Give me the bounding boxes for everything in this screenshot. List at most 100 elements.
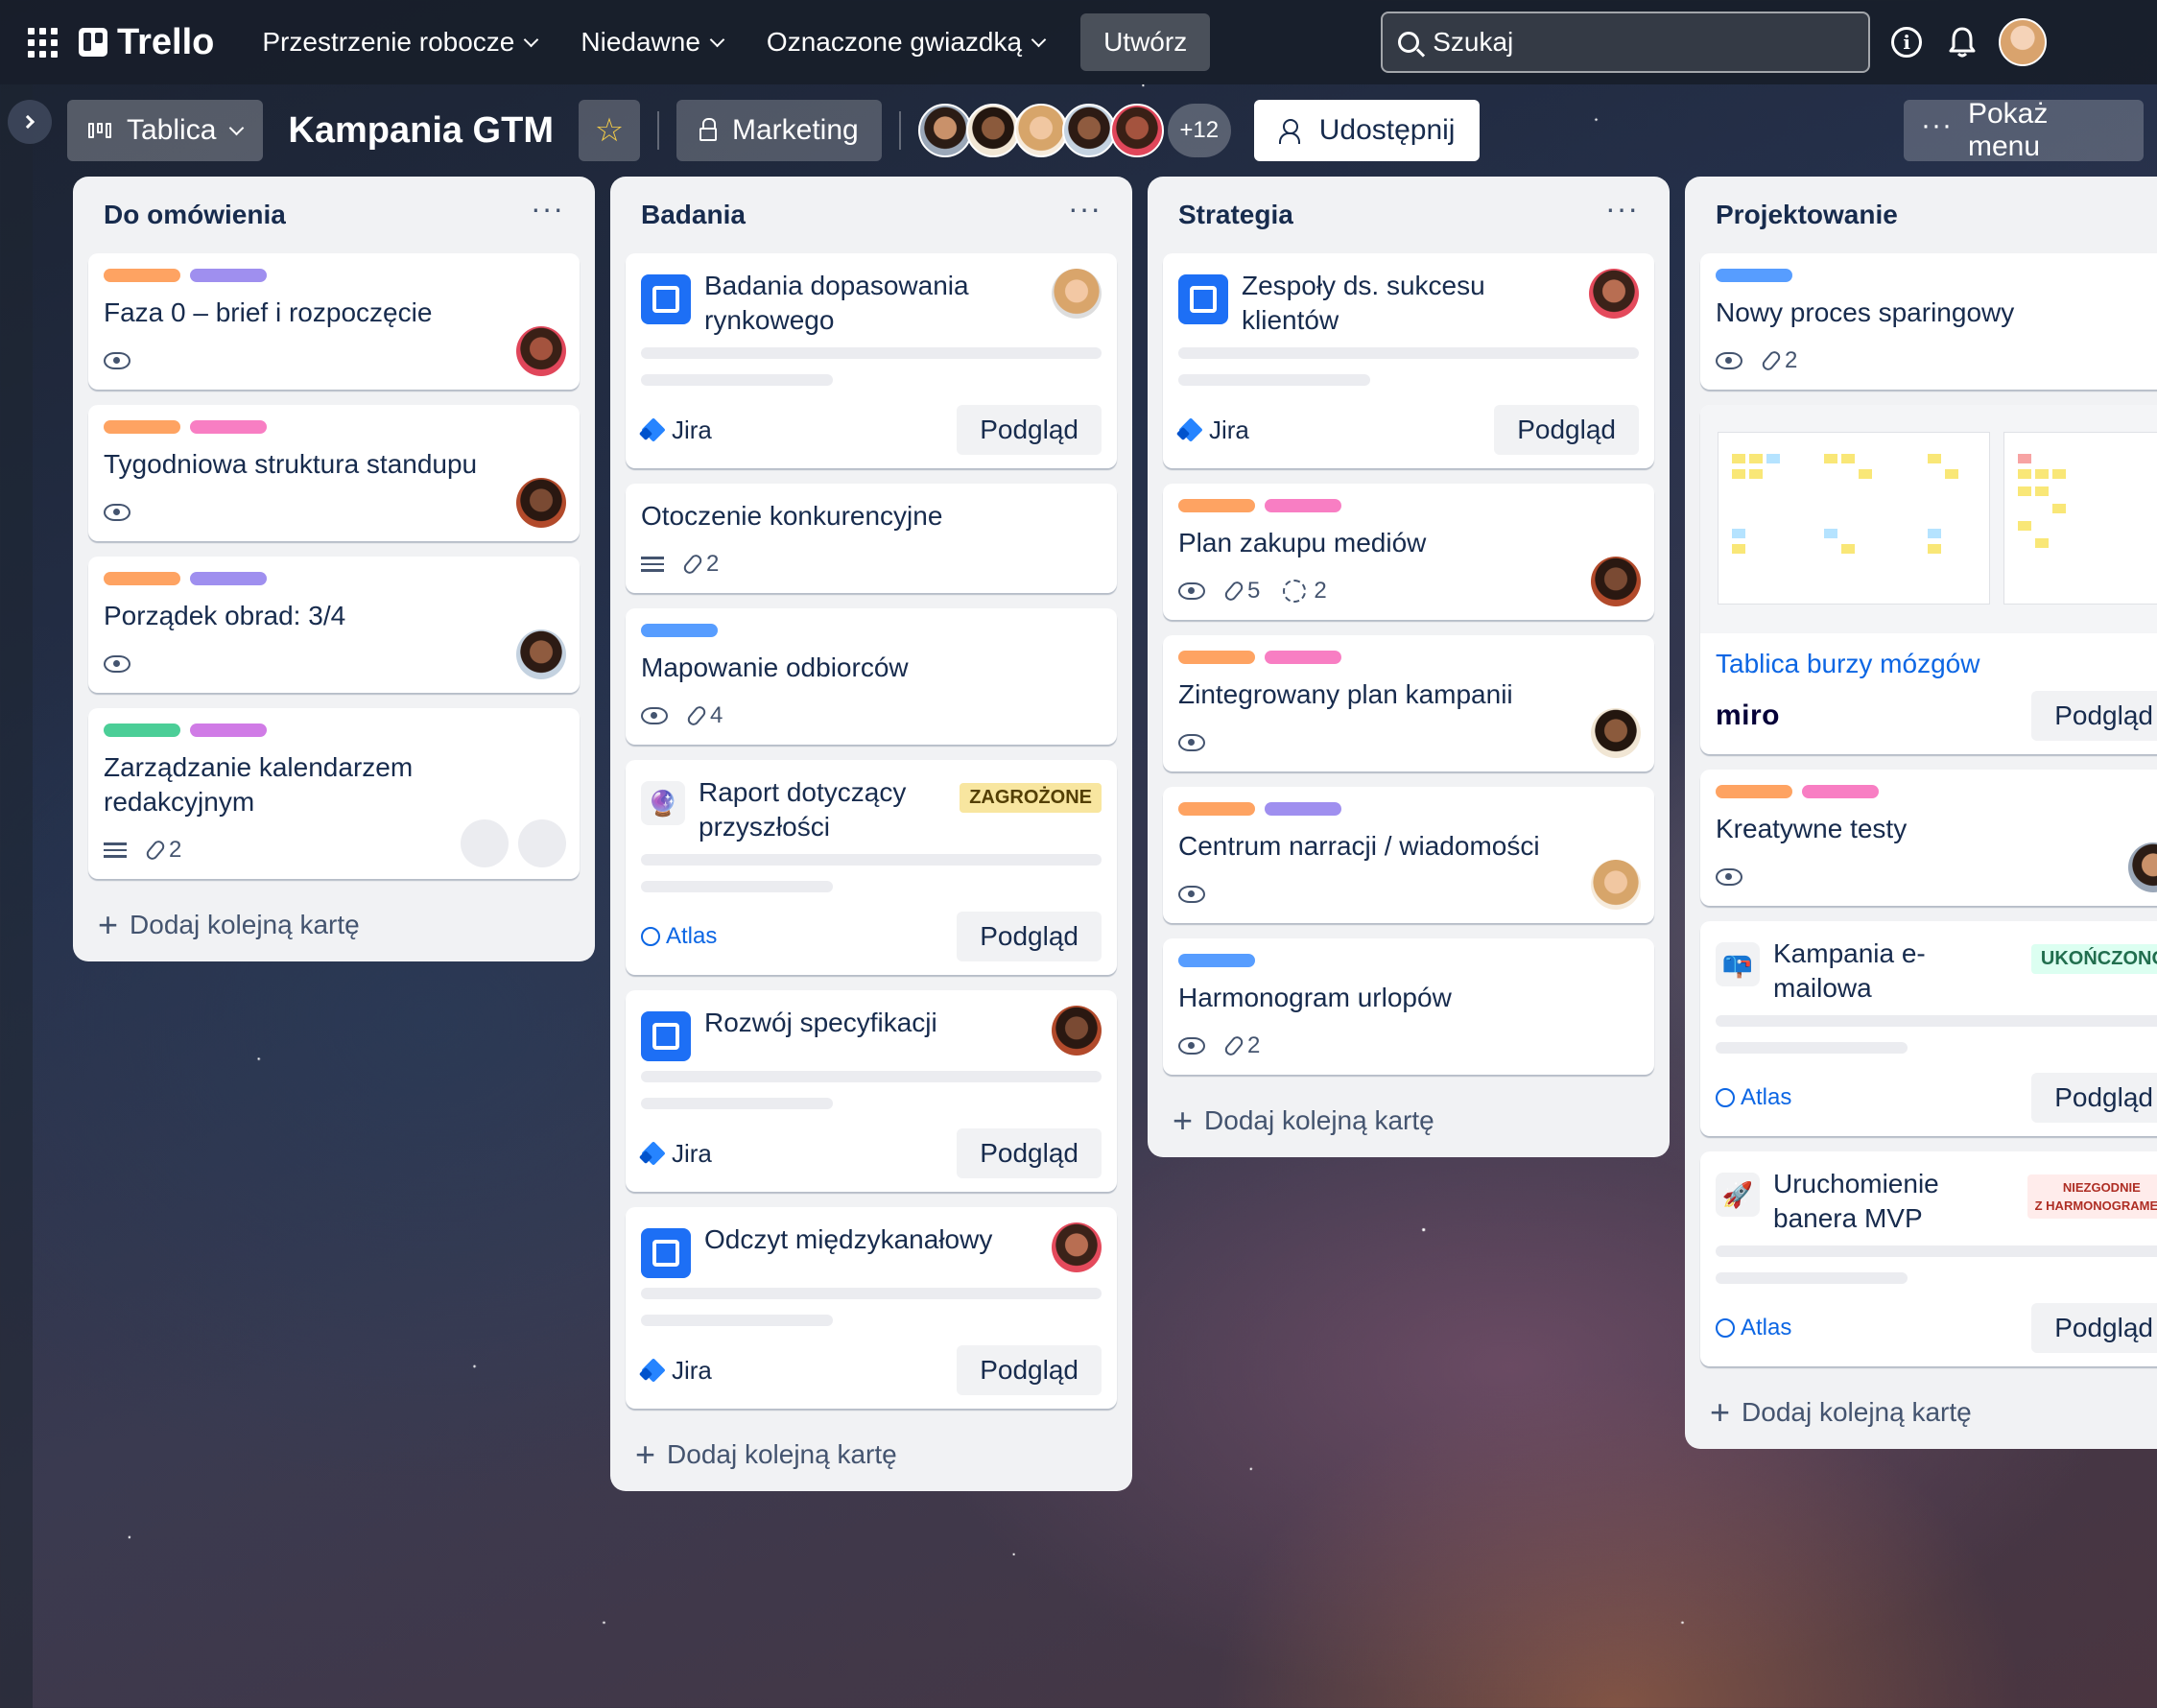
workspace-visibility-button[interactable]: Marketing [676,100,882,161]
card[interactable]: Zintegrowany plan kampanii [1163,635,1654,771]
label-blue[interactable] [641,624,718,637]
jira-link-card[interactable]: Zespoły ds. sukcesu klientów Jira Podglą… [1163,253,1654,468]
nav-starred[interactable]: Oznaczone gwiazdką [753,19,1057,65]
label-green[interactable] [104,724,180,737]
search-box[interactable] [1381,12,1871,73]
card-member-avatar[interactable] [1052,1006,1102,1056]
jira-link-card[interactable]: Rozwój specyfikacji Jira Podgląd [626,990,1117,1192]
card[interactable]: Nowy proces sparingowy 2 [1700,253,2157,390]
app-switcher-icon[interactable] [23,23,61,61]
label-purple[interactable] [190,572,267,585]
nav-recent[interactable]: Niedawne [567,19,736,65]
label-pink[interactable] [190,420,267,434]
preview-button[interactable]: Podgląd [2031,1073,2157,1123]
preview-button[interactable]: Podgląd [1494,405,1639,455]
jira-link-card[interactable]: Badania dopasowania rynkowego Jira Podgl… [626,253,1117,468]
create-button[interactable]: Utwórz [1080,13,1211,71]
expand-sidebar-button[interactable] [8,100,52,144]
jira-link-card[interactable]: Odczyt międzykanałowy Jira Podgląd [626,1207,1117,1409]
member-avatar[interactable] [965,104,1020,157]
card-member-avatar[interactable] [1052,1222,1102,1272]
label-blue[interactable] [1716,269,1792,282]
info-button[interactable]: i [1887,23,1926,61]
board-members[interactable]: +12 [917,104,1231,157]
label-orange[interactable] [1178,499,1255,512]
preview-button[interactable]: Podgląd [957,1128,1102,1178]
label-orange[interactable] [104,420,180,434]
label-purple[interactable] [190,269,267,282]
notifications-button[interactable] [1943,23,1981,61]
board-title[interactable]: Kampania GTM [288,110,554,152]
card[interactable]: Kreatywne testy [1700,770,2157,906]
card[interactable]: Mapowanie odbiorców 4 [626,608,1117,745]
miro-link-card[interactable]: Tablica burzy mózgów miro Podgląd [1700,405,2157,754]
card-badges: 2 [641,549,1102,580]
list-title[interactable]: Strategia [1178,200,1293,230]
preview-button[interactable]: Podgląd [2031,1303,2157,1353]
atlas-label: Atlas [666,923,718,949]
list-badania: Badania ··· Badania dopasowania rynkoweg… [610,177,1132,1491]
list-title[interactable]: Badania [641,200,746,230]
show-menu-button[interactable]: ··· Pokaż menu [1904,98,2144,162]
member-avatar[interactable] [1061,104,1116,157]
label-orange[interactable] [1178,802,1255,816]
search-input[interactable] [1433,27,1854,58]
card-member-avatar[interactable] [1591,557,1641,606]
list-menu-icon[interactable]: ··· [1068,191,1102,226]
card[interactable]: Harmonogram urlopów 2 [1163,938,1654,1075]
trello-logo[interactable]: Trello [79,22,214,63]
atlas-link-card[interactable]: 🚀 Uruchomienie banera MVP NIEZGODNIE Z H… [1700,1151,2157,1366]
list-menu-icon[interactable]: ··· [531,191,564,226]
star-board-button[interactable]: ☆ [579,100,640,161]
card-member-avatar[interactable] [516,629,566,679]
member-avatar[interactable] [1013,104,1068,157]
atlas-brand: Atlas [1716,1315,1791,1341]
card-member-avatar[interactable] [1591,708,1641,758]
share-button[interactable]: Udostępnij [1253,100,1481,161]
board-view-switcher[interactable]: Tablica [67,100,264,161]
preview-button[interactable]: Podgląd [957,405,1102,455]
atlas-link-card[interactable]: 📪 Kampania e-mailowa UKOŃCZONO Atlas Pod… [1700,921,2157,1136]
loading-placeholder [641,881,833,892]
card-member-avatar[interactable] [516,326,566,376]
preview-button[interactable]: Podgląd [957,1345,1102,1395]
label-pink[interactable] [1265,651,1341,664]
label-orange[interactable] [1716,785,1792,798]
add-card-button[interactable]: + Dodaj kolejną kartę [88,894,580,946]
member-avatar[interactable] [917,104,972,157]
preview-button[interactable]: Podgląd [957,912,1102,961]
card[interactable]: Faza 0 – brief i rozpoczęcie [88,253,580,390]
preview-button[interactable]: Podgląd [2031,691,2157,741]
user-avatar[interactable] [1999,18,2048,66]
card-member-avatar[interactable] [1052,269,1102,319]
label-orange[interactable] [1178,651,1255,664]
label-blue[interactable] [1178,954,1255,967]
add-card-button[interactable]: + Dodaj kolejną kartę [1163,1090,1654,1142]
label-orange[interactable] [104,269,180,282]
card[interactable]: Tygodniowa struktura standupu [88,405,580,541]
more-members-badge[interactable]: +12 [1167,104,1231,157]
label-pink[interactable] [1265,499,1341,512]
list-title[interactable]: Do omówienia [104,200,286,230]
card-member-avatar[interactable] [1591,860,1641,910]
card[interactable]: Plan zakupu mediów 5 2 [1163,484,1654,620]
label-purple[interactable] [1265,802,1341,816]
jira-brand: Jira [641,415,712,445]
list-title[interactable]: Projektowanie [1716,200,1898,230]
label-orange[interactable] [104,572,180,585]
card[interactable]: Porządek obrad: 3/4 [88,557,580,693]
miro-board-link[interactable]: Tablica burzy mózgów [1716,649,2157,679]
label-magenta[interactable] [190,724,267,737]
card[interactable]: Otoczenie konkurencyjne 2 [626,484,1117,593]
atlas-link-card[interactable]: 🔮 Raport dotyczący przyszłości ZAGROŻONE… [626,760,1117,975]
label-pink[interactable] [1802,785,1879,798]
card-member-avatar[interactable] [1589,269,1639,319]
add-card-button[interactable]: + Dodaj kolejną kartę [1700,1382,2157,1434]
nav-workspaces[interactable]: Przestrzenie robocze [249,19,550,65]
add-card-button[interactable]: + Dodaj kolejną kartę [626,1424,1117,1476]
member-avatar[interactable] [1109,104,1164,157]
card-member-avatar[interactable] [516,478,566,528]
card[interactable]: Centrum narracji / wiadomości [1163,787,1654,923]
list-menu-icon[interactable]: ··· [1605,191,1639,226]
card[interactable]: Zarządzanie kalendarzem redakcyjnym 2 [88,708,580,879]
